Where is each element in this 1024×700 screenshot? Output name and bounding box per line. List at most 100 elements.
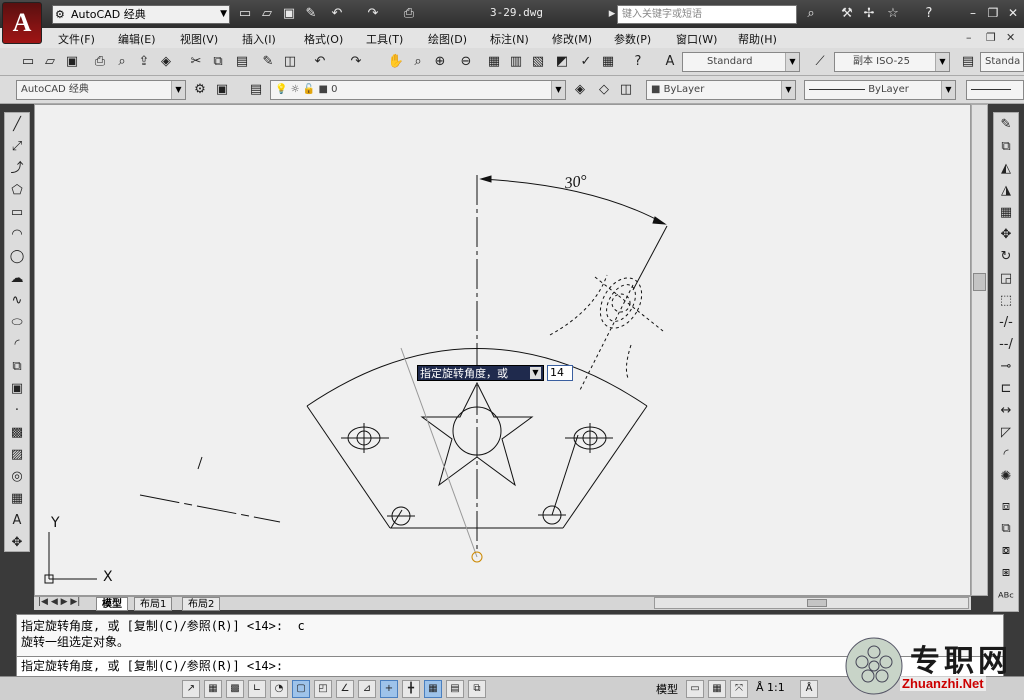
annotation-scale[interactable]: Å 1:1 — [756, 681, 785, 694]
layer-previous-icon[interactable]: ◇ — [594, 80, 614, 100]
markup-icon[interactable]: ✓ — [576, 52, 596, 72]
move-icon[interactable]: ✥ — [996, 225, 1016, 245]
grid-button[interactable]: ▩ — [226, 680, 244, 698]
match-properties-icon[interactable]: ✎ — [258, 52, 278, 72]
tab-layout2[interactable]: 布局2 — [182, 597, 221, 611]
annotation-visibility-button[interactable]: Å — [800, 680, 818, 698]
zoom-window-icon[interactable]: ⊕ — [430, 52, 450, 72]
workspace-selector[interactable]: ⚙ AutoCAD 经典 ▼ — [52, 5, 230, 24]
menu-insert[interactable]: 插入(I) — [242, 31, 276, 47]
tools-icon[interactable]: ⚒ — [838, 5, 856, 23]
close-icon[interactable]: ✕ — [1004, 4, 1022, 22]
menu-dimension[interactable]: 标注(N) — [490, 31, 529, 47]
text-abc-icon[interactable]: ᴬᴮᶜ — [996, 589, 1016, 609]
layer-select[interactable]: 💡 ☼ 🔓 ■ 0 ▼ — [270, 80, 566, 100]
copy-icon[interactable]: ⧉ — [208, 52, 228, 72]
tab-layout1[interactable]: 布局1 — [134, 597, 173, 611]
menu-window[interactable]: 窗口(W) — [676, 31, 717, 47]
polyline-icon[interactable]: ⤴ — [7, 159, 27, 179]
dim-style-icon[interactable]: ⟋ — [810, 52, 830, 72]
rectangle-icon[interactable]: ▭ — [7, 203, 27, 223]
menu-tools[interactable]: 工具(T) — [366, 31, 403, 47]
circle-icon[interactable]: ◯ — [7, 247, 27, 267]
hatch-icon[interactable]: ▩ — [7, 423, 27, 443]
fillet-icon[interactable]: ◜ — [996, 445, 1016, 465]
save-icon[interactable]: ▣ — [62, 52, 82, 72]
properties-icon[interactable]: ▦ — [484, 52, 504, 72]
rotate-icon[interactable]: ↻ — [996, 247, 1016, 267]
stretch-icon[interactable]: ⬚ — [996, 291, 1016, 311]
zoom-realtime-icon[interactable]: ⌕ — [408, 52, 428, 72]
cut-icon[interactable]: ✂ — [186, 52, 206, 72]
send-back-icon[interactable]: ⧇ — [996, 541, 1016, 561]
help-icon[interactable]: ? — [628, 52, 648, 72]
undo-icon[interactable]: ↶ — [328, 5, 346, 23]
menu-parametric[interactable]: 参数(P) — [614, 31, 651, 47]
bring-front-icon[interactable]: ⧉ — [996, 519, 1016, 539]
layer-manager-icon[interactable]: ▤ — [246, 80, 266, 100]
model-space-label[interactable]: 模型 — [656, 681, 678, 697]
revision-cloud-icon[interactable]: ☁ — [7, 269, 27, 289]
chamfer-icon[interactable]: ◸ — [996, 423, 1016, 443]
ellipse-arc-icon[interactable]: ◜ — [7, 335, 27, 355]
3d-print-icon[interactable]: ◈ — [156, 52, 176, 72]
workspace-combo[interactable]: AutoCAD 经典 ▼ — [16, 80, 186, 100]
new-file-icon[interactable]: ▭ — [236, 5, 254, 23]
quick-view-drawings-button[interactable]: ▦ — [708, 680, 726, 698]
design-center-icon[interactable]: ▥ — [506, 52, 526, 72]
table-style-icon[interactable]: ▤ — [958, 52, 978, 72]
pan-button[interactable]: ⤧ — [730, 680, 748, 698]
menu-minimize-icon[interactable]: – — [966, 31, 972, 44]
minimize-icon[interactable]: – — [964, 4, 982, 22]
insert-block-icon[interactable]: ⧉ — [7, 357, 27, 377]
array-icon[interactable]: ▦ — [996, 203, 1016, 223]
otrack-button[interactable]: ∠ — [336, 680, 354, 698]
drawing-canvas[interactable]: 30° Y X — [34, 104, 971, 596]
ellipse-icon[interactable]: ⬭ — [7, 313, 27, 333]
sheet-set-icon[interactable]: ◩ — [552, 52, 572, 72]
zoom-previous-icon[interactable]: ⊖ — [456, 52, 476, 72]
selection-cycling-button[interactable]: ⧉ — [468, 680, 486, 698]
block-editor-icon[interactable]: ◫ — [280, 52, 300, 72]
transparency-button[interactable]: ▦ — [424, 680, 442, 698]
quick-view-layouts-button[interactable]: ▭ — [686, 680, 704, 698]
point-icon[interactable]: · — [7, 401, 27, 421]
extend-icon[interactable]: --/ — [996, 335, 1016, 355]
table-style-select[interactable]: Standa — [980, 52, 1024, 72]
infer-constraints-button[interactable]: ↗ — [182, 680, 200, 698]
menu-format[interactable]: 格式(O) — [304, 31, 343, 47]
make-block-icon[interactable]: ▣ — [7, 379, 27, 399]
polar-button[interactable]: ◔ — [270, 680, 288, 698]
undo-icon[interactable]: ↶ — [310, 52, 330, 72]
region-icon[interactable]: ◎ — [7, 467, 27, 487]
3d-osnap-button[interactable]: ◰ — [314, 680, 332, 698]
workspace-settings-icon[interactable]: ⚙ — [190, 80, 210, 100]
plot-icon[interactable]: ⎙ — [90, 52, 110, 72]
draw-order-icon[interactable]: ⧈ — [996, 497, 1016, 517]
menu-help[interactable]: 帮助(H) — [738, 31, 777, 47]
pan-icon[interactable]: ✋ — [386, 52, 406, 72]
multiline-text-icon[interactable]: A — [7, 511, 27, 531]
redo-icon[interactable]: ↷ — [346, 52, 366, 72]
break-at-point-icon[interactable]: ⊸ — [996, 357, 1016, 377]
join-icon[interactable]: ↔ — [996, 401, 1016, 421]
redo-icon[interactable]: ↷ — [364, 5, 382, 23]
menu-draw[interactable]: 绘图(D) — [428, 31, 467, 47]
publish-icon[interactable]: ⇪ — [134, 52, 154, 72]
open-icon[interactable]: ▱ — [40, 52, 60, 72]
line-icon[interactable]: ╱ — [7, 115, 27, 135]
snap-button[interactable]: ▦ — [204, 680, 222, 698]
trim-icon[interactable]: -/- — [996, 313, 1016, 333]
linetype-select[interactable]: ByLayer ▼ — [804, 80, 956, 100]
calculator-icon[interactable]: ▦ — [598, 52, 618, 72]
help-icon[interactable]: ? — [920, 5, 938, 23]
copy-object-icon[interactable]: ⧉ — [996, 137, 1016, 157]
offset-icon[interactable]: ◮ — [996, 181, 1016, 201]
save-icon[interactable]: ▣ — [280, 5, 298, 23]
quick-properties-button[interactable]: ▤ — [446, 680, 464, 698]
menu-close-icon[interactable]: ✕ — [1006, 31, 1015, 44]
polygon-icon[interactable]: ⬠ — [7, 181, 27, 201]
make-current-layer-icon[interactable]: ◈ — [570, 80, 590, 100]
save-as-icon[interactable]: ✎ — [302, 5, 320, 23]
arc-icon[interactable]: ◠ — [7, 225, 27, 245]
